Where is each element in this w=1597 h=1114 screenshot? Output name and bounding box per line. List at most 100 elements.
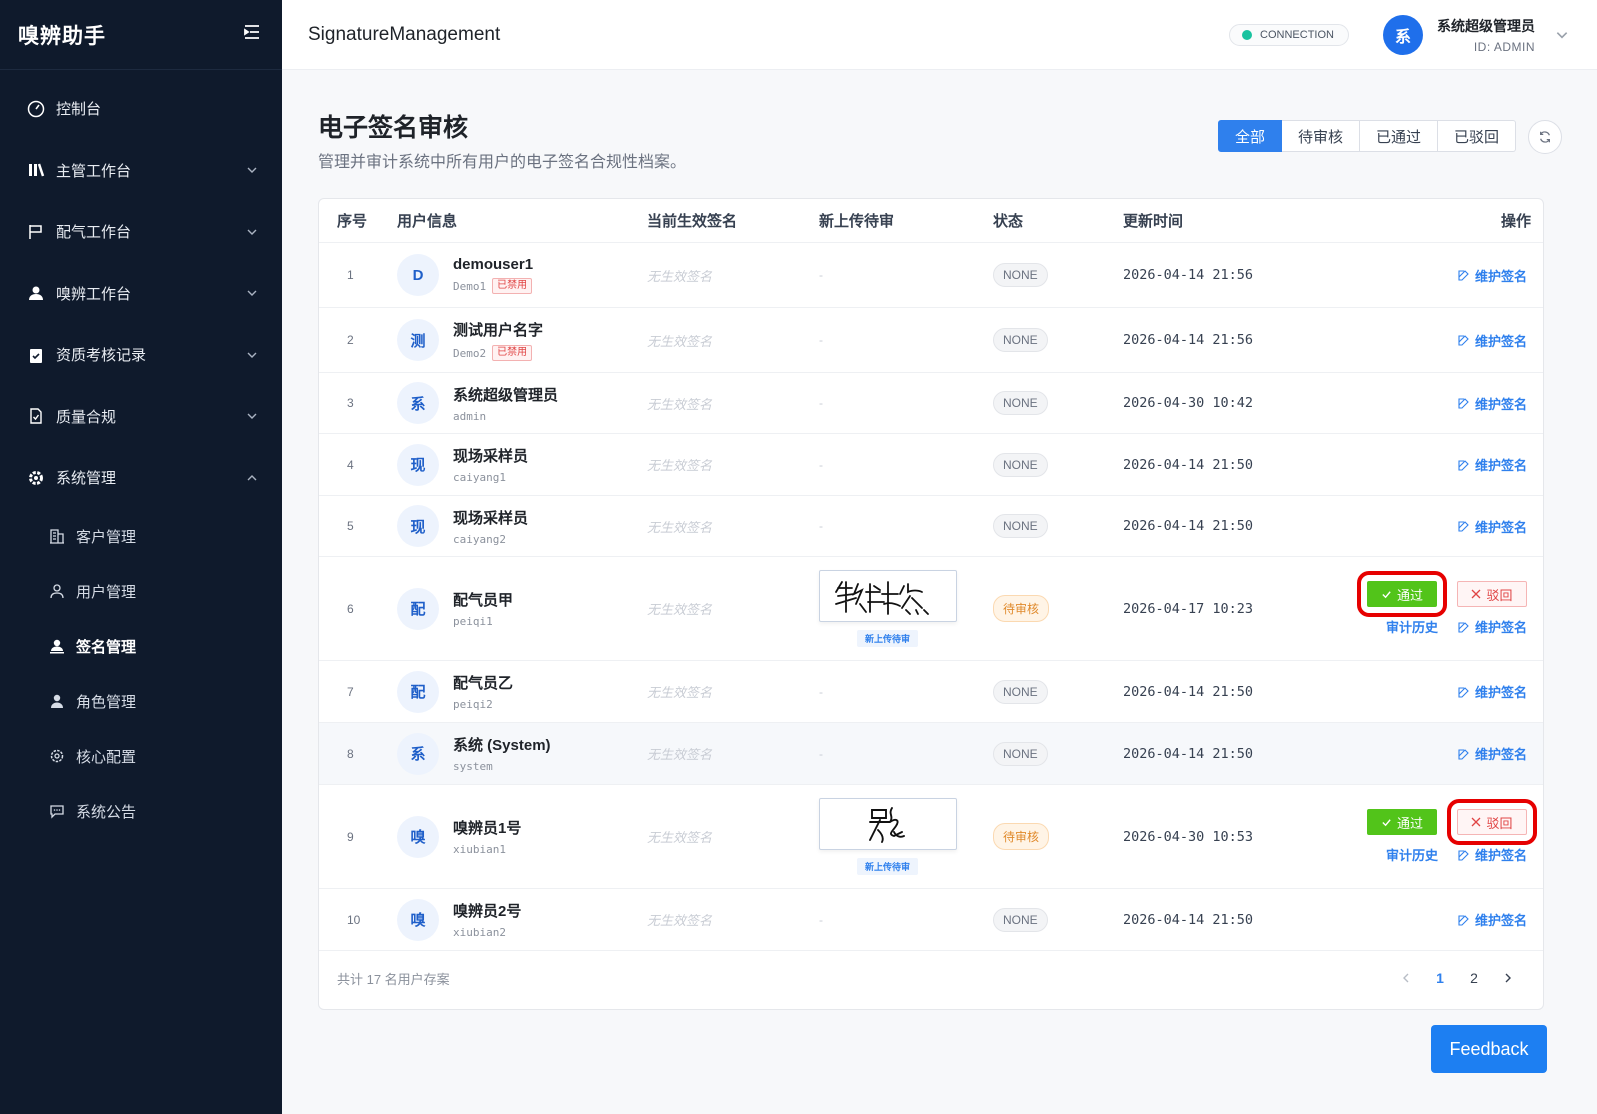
user-cell: 配 配气员乙 peiqi2 [397, 670, 647, 713]
updated-time: 2026-04-14 21:50 [1123, 456, 1254, 473]
refresh-button[interactable] [1528, 120, 1562, 154]
sidebar-sub-announcements[interactable]: 系统公告 [0, 784, 282, 839]
filter-rejected[interactable]: 已驳回 [1438, 120, 1517, 152]
sidebar-item-gas[interactable]: 配气工作台 [0, 201, 282, 263]
maintain-signature-link[interactable]: 维护签名 [1458, 744, 1527, 763]
user-meta[interactable]: 系统超级管理员 ID: ADMIN [1437, 16, 1535, 54]
main-content: 电子签名审核 管理并审计系统中所有用户的电子签名合规性档案。 全部 待审核 已通… [282, 70, 1597, 1114]
row-index: 9 [347, 829, 354, 844]
user-avatar: D [397, 254, 439, 296]
sidebar-item-quality[interactable]: 质量合规 [0, 386, 282, 448]
sidebar-item-supervisor[interactable]: 主管工作台 [0, 140, 282, 202]
table-row: 2 测 测试用户名字 Demo2 已禁用 无生效签名 - NONE 2026-04… [319, 308, 1543, 373]
approve-button[interactable]: 通过 [1357, 571, 1447, 617]
table-header: 序号 用户信息 当前生效签名 新上传待审 状态 更新时间 操作 [319, 199, 1543, 243]
row-index: 3 [347, 396, 354, 410]
sidebar-sub-users[interactable]: 用户管理 [0, 564, 282, 619]
maintain-signature-link[interactable]: 维护签名 [1458, 517, 1527, 536]
audit-history-link[interactable]: 审计历史 [1386, 617, 1438, 636]
sidebar: 嗅辨助手 控制台 主管工作台 配气工作台 嗅辨工作台 资质考核记录 质量合规 系… [0, 0, 282, 1114]
current-signature: 无生效签名 [647, 830, 713, 845]
sidebar-sub-config[interactable]: 核心配置 [0, 729, 282, 784]
row-actions: 通过 驳回 审计历史 维护签名 [1357, 571, 1543, 636]
maintain-label: 维护签名 [1474, 620, 1527, 635]
page-subtitle: 管理并审计系统中所有用户的电子签名合规性档案。 [318, 154, 687, 171]
signature-preview[interactable] [819, 798, 957, 850]
maintain-signature-link[interactable]: 维护签名 [1458, 394, 1527, 413]
maintain-signature-link[interactable]: 维护签名 [1458, 331, 1527, 350]
status-badge: NONE [993, 328, 1048, 352]
new-upload: - [819, 519, 823, 533]
chevron-left-icon[interactable] [1389, 972, 1423, 984]
close-icon [1472, 589, 1481, 599]
page-2[interactable]: 2 [1457, 970, 1491, 986]
sidebar-sub-label: 核心配置 [76, 748, 137, 766]
role-icon [48, 692, 66, 710]
chevron-down-icon[interactable] [1555, 28, 1569, 42]
reject-button[interactable]: 驳回 [1447, 799, 1537, 845]
account-id: Demo1 [453, 279, 487, 293]
brand: 嗅辨助手 [0, 0, 282, 70]
status-badge: 待审核 [993, 823, 1050, 850]
total-count: 共计 17 名用户存案 [337, 971, 450, 987]
edit-icon [1458, 521, 1469, 532]
sidebar-item-label: 系统管理 [56, 470, 117, 488]
maintain-signature-link[interactable]: 维护签名 [1458, 910, 1527, 929]
menu-toggle-icon[interactable] [242, 22, 262, 47]
user-name: 现场采样员 [453, 509, 529, 527]
sidebar-item-qualification[interactable]: 资质考核记录 [0, 324, 282, 386]
filter-all[interactable]: 全部 [1218, 120, 1283, 152]
maintain-signature-link[interactable]: 维护签名 [1458, 617, 1527, 636]
row-index: 7 [347, 684, 354, 699]
chevron-down-icon [247, 413, 257, 420]
feedback-button[interactable]: Feedback [1431, 1025, 1547, 1073]
new-upload-tag: 新上传待审 [857, 630, 919, 647]
filter-pending[interactable]: 待审核 [1282, 120, 1361, 152]
chevron-down-icon [247, 352, 257, 358]
sidebar-sub-signatures[interactable]: 签名管理 [0, 619, 282, 674]
filter-approved[interactable]: 已通过 [1360, 120, 1439, 152]
status-badge: NONE [993, 741, 1048, 766]
maintain-signature-link[interactable]: 维护签名 [1458, 455, 1527, 474]
sidebar-item-sniff[interactable]: 嗅辨工作台 [0, 263, 282, 325]
maintain-signature-link[interactable]: 维护签名 [1458, 682, 1527, 701]
user-name: 嗅辨员1号 [453, 820, 522, 837]
user-name: 系统超级管理员 [1437, 17, 1535, 34]
edit-icon [1458, 335, 1469, 346]
user-account: system [453, 760, 551, 773]
user-name: 系统超级管理员 [453, 386, 559, 404]
reject-button[interactable]: 驳回 [1457, 581, 1527, 607]
chevron-right-icon[interactable] [1491, 972, 1525, 984]
col-status: 状态 [993, 213, 1024, 230]
maintain-signature-link[interactable]: 维护签名 [1458, 266, 1527, 285]
audit-history-link[interactable]: 审计历史 [1386, 845, 1438, 864]
breadcrumb: SignatureManagement [308, 23, 501, 45]
chevron-down-icon [247, 290, 257, 297]
edit-icon [1458, 914, 1469, 926]
approve-button[interactable]: 通过 [1367, 809, 1437, 835]
signature-preview[interactable] [819, 570, 957, 622]
row-index: 6 [347, 601, 354, 616]
sidebar-item-system[interactable]: 系统管理 [0, 447, 282, 509]
refresh-icon [1540, 131, 1550, 143]
current-signature: 无生效签名 [647, 685, 713, 700]
col-actions: 操作 [1500, 213, 1531, 230]
page-1[interactable]: 1 [1423, 970, 1457, 986]
user-id: ID: ADMIN [1473, 39, 1535, 54]
status-filter: 全部 待审核 已通过 已驳回 [1218, 120, 1517, 152]
user-account: admin [453, 410, 558, 423]
sidebar-item-dashboard[interactable]: 控制台 [0, 78, 282, 140]
table-footer: 共计 17 名用户存案 1 2 [319, 947, 1543, 1009]
message-icon [48, 802, 66, 820]
user-account: peiqi2 [453, 698, 513, 711]
updated-time: 2026-04-14 21:50 [1123, 683, 1254, 700]
updated-time: 2026-04-14 21:50 [1123, 911, 1254, 928]
sidebar-sub-customers[interactable]: 客户管理 [0, 509, 282, 564]
sidebar-sub-roles[interactable]: 角色管理 [0, 674, 282, 729]
user-avatar: 配 [397, 587, 439, 630]
settings-icon [48, 747, 66, 765]
maintain-signature-link[interactable]: 维护签名 [1458, 845, 1527, 864]
table-row: 4 现 现场采样员 caiyang1 无生效签名 - NONE 2026-04-… [319, 434, 1543, 496]
avatar[interactable]: 系 [1383, 14, 1423, 55]
user-cell: 系 系统 (System) system [397, 732, 647, 775]
